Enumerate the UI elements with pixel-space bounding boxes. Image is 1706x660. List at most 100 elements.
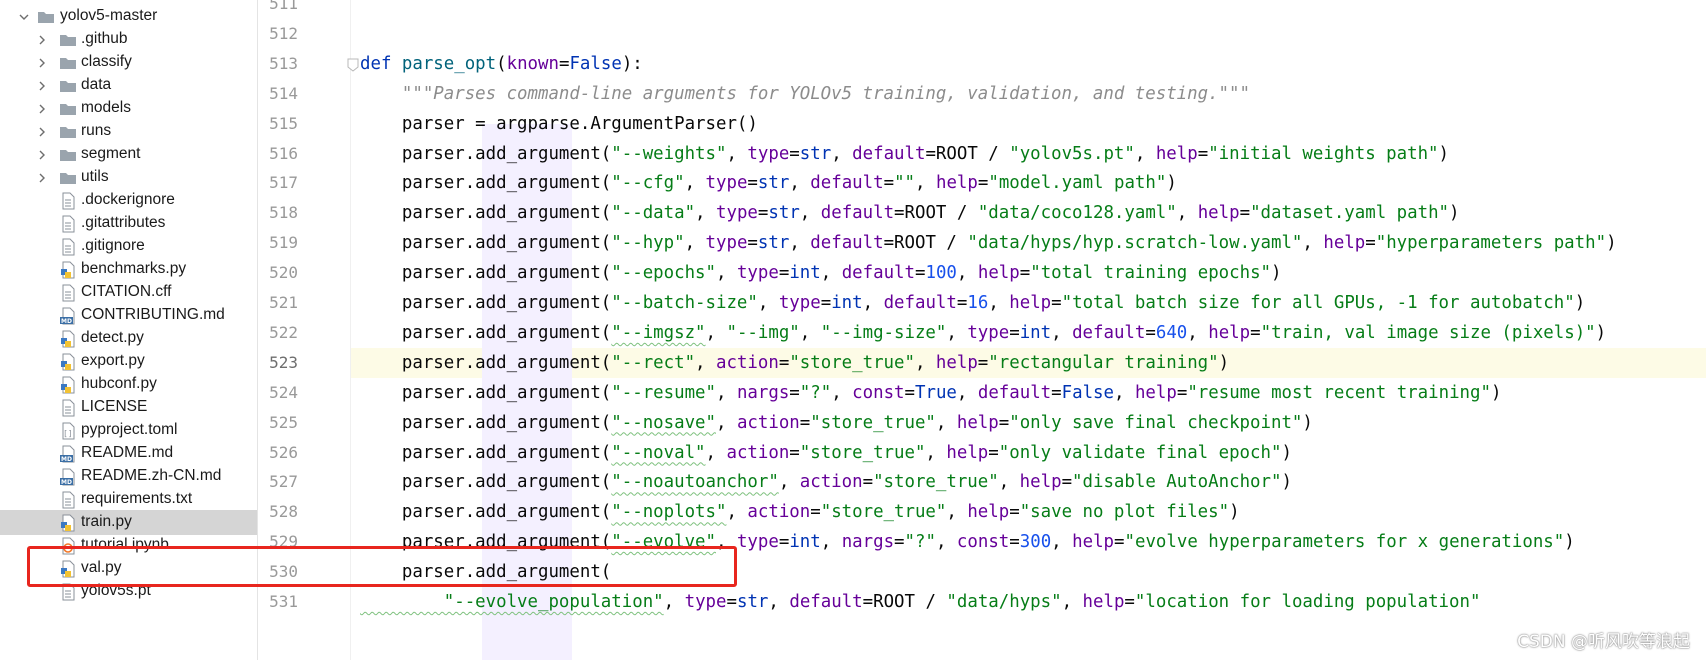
code-token: ): [621, 53, 643, 74]
tree-item[interactable]: yolov5s.pt [0, 579, 257, 604]
tree-item[interactable]: benchmarks.py [0, 257, 257, 282]
code-token: , [831, 143, 853, 164]
keyword-argument-token: help [1072, 532, 1115, 553]
line-number: 518 [269, 203, 298, 223]
chevron-right-icon[interactable] [36, 34, 48, 46]
tree-item[interactable]: MD README.md [0, 441, 257, 466]
chevron-right-icon[interactable] [36, 80, 48, 92]
tree-item[interactable]: .github [0, 27, 257, 52]
code-line[interactable]: parser.add_argument("--noplots", action=… [360, 497, 1240, 527]
tree-root-yolov5-master[interactable]: yolov5-master [0, 4, 257, 29]
code-token: = [883, 173, 895, 194]
code-token: = [1197, 143, 1209, 164]
text-file-icon [59, 192, 77, 210]
string-token: "total training epochs" [1030, 263, 1272, 284]
code-line[interactable]: parser.add_argument("--hyp", type=str, d… [360, 228, 1617, 258]
code-line[interactable]: """Parses command-line arguments for YOL… [360, 79, 1250, 109]
line-number: 511 [269, 0, 298, 13]
code-token: parser.add_argument( [360, 412, 612, 433]
code-line[interactable]: parser = argparse.ArgumentParser() [360, 109, 758, 139]
code-line[interactable]: parser.add_argument("--epochs", type=int… [360, 258, 1282, 288]
tree-item[interactable]: tutorial.ipynb [0, 533, 257, 558]
tree-item[interactable]: .dockerignore [0, 188, 257, 213]
tree-item[interactable]: hubconf.py [0, 372, 257, 397]
tree-item[interactable]: classify [0, 50, 257, 75]
code-token: , [789, 233, 811, 254]
chevron-right-icon[interactable] [36, 126, 48, 138]
python-file-icon [59, 353, 77, 371]
chevron-right-icon[interactable] [36, 149, 48, 161]
svg-text:MD: MD [61, 479, 72, 486]
code-token: = [1250, 322, 1261, 343]
tree-item[interactable]: segment [0, 142, 257, 167]
code-line[interactable]: parser.add_argument("--data", type=str, … [360, 198, 1460, 228]
code-line[interactable]: parser.add_argument("--weights", type=st… [360, 139, 1449, 169]
tree-item[interactable]: MD CONTRIBUTING.md [0, 303, 257, 328]
tree-item[interactable]: train.py [0, 510, 257, 535]
code-token: = [1365, 233, 1376, 254]
tree-item[interactable]: export.py [0, 349, 257, 374]
tree-item[interactable]: detect.py [0, 326, 257, 351]
code-line[interactable]: parser.add_argument("--evolve", type=int… [360, 527, 1575, 557]
keyword-token: def [360, 53, 402, 74]
code-line[interactable]: "--evolve_population", type=str, default… [360, 587, 1481, 617]
tree-item[interactable]: runs [0, 119, 257, 144]
code-line[interactable]: parser.add_argument("--imgsz", "--img", … [360, 318, 1606, 348]
folder-icon [59, 146, 77, 164]
markdown-file-icon: MD [59, 445, 77, 463]
keyword-argument-token: type [716, 203, 758, 224]
python-file-icon [59, 514, 77, 532]
code-line[interactable]: parser.add_argument("--noval", action="s… [360, 438, 1292, 468]
code-token: , [820, 263, 842, 284]
tree-item[interactable]: .gitignore [0, 234, 257, 259]
code-token: , [915, 173, 936, 194]
line-number: 530 [269, 562, 298, 582]
code-line[interactable]: parser.add_argument("--resume", nargs="?… [360, 378, 1502, 408]
fold-marker-icon[interactable] [347, 58, 359, 72]
keyword-token: int [789, 532, 821, 553]
tree-item[interactable]: CITATION.cff [0, 280, 257, 305]
code-token: , [935, 412, 957, 433]
chevron-right-icon[interactable] [36, 103, 48, 115]
code-line[interactable]: parser.add_argument( [360, 557, 611, 587]
tree-item-label: detect.py [81, 329, 144, 346]
code-token: = [1145, 322, 1156, 343]
code-line[interactable]: parser.add_argument("--nosave", action="… [360, 408, 1313, 438]
code-token: , [768, 592, 790, 612]
code-token: ( [496, 53, 507, 74]
code-token: , [946, 502, 968, 523]
chevron-right-icon[interactable] [36, 57, 48, 69]
code-token: ) [1564, 532, 1575, 553]
code-line[interactable]: parser.add_argument("--noautoanchor", ac… [360, 467, 1292, 497]
tree-item[interactable]: data [0, 73, 257, 98]
tree-item[interactable]: LICENSE [0, 395, 257, 420]
code-token: , [663, 592, 685, 612]
code-token: , [757, 293, 779, 313]
tree-item[interactable]: [] pyproject.toml [0, 418, 257, 443]
code-token: , [956, 382, 978, 403]
code-editor[interactable]: 511 512 513 514 515 516 517 518 519 520 521 522 523 5… [258, 0, 1706, 660]
chevron-right-icon[interactable] [36, 172, 48, 184]
keyword-argument-token: const [852, 382, 905, 403]
code-token: = [977, 352, 989, 373]
keyword-argument-token: help [1019, 472, 1062, 493]
code-token: , [988, 293, 1010, 313]
tree-item[interactable]: utils [0, 165, 257, 190]
tree-item[interactable]: models [0, 96, 257, 121]
keyword-argument-token: type [705, 233, 748, 254]
markdown-file-icon: MD [59, 307, 77, 325]
code-line[interactable]: def parse_opt(known=False): [360, 49, 643, 79]
chevron-down-icon[interactable] [18, 11, 30, 23]
tree-item[interactable]: MD README.zh-CN.md [0, 464, 257, 489]
tree-item[interactable]: .gitattributes [0, 211, 257, 236]
code-token: , [1302, 233, 1324, 254]
code-token: , [715, 532, 737, 553]
code-line[interactable]: parser.add_argument("--batch-size", type… [360, 288, 1585, 318]
keyword-argument-token: nargs [841, 532, 895, 553]
tree-item[interactable]: requirements.txt [0, 487, 257, 512]
code-line[interactable]: parser.add_argument("--cfg", type=str, d… [360, 168, 1177, 198]
tree-item[interactable]: val.py [0, 556, 257, 581]
code-line[interactable]: parser.add_argument("--rect", action="st… [360, 348, 1229, 378]
code-token: = [747, 173, 758, 194]
code-token: parser.add_argument( [360, 472, 612, 493]
